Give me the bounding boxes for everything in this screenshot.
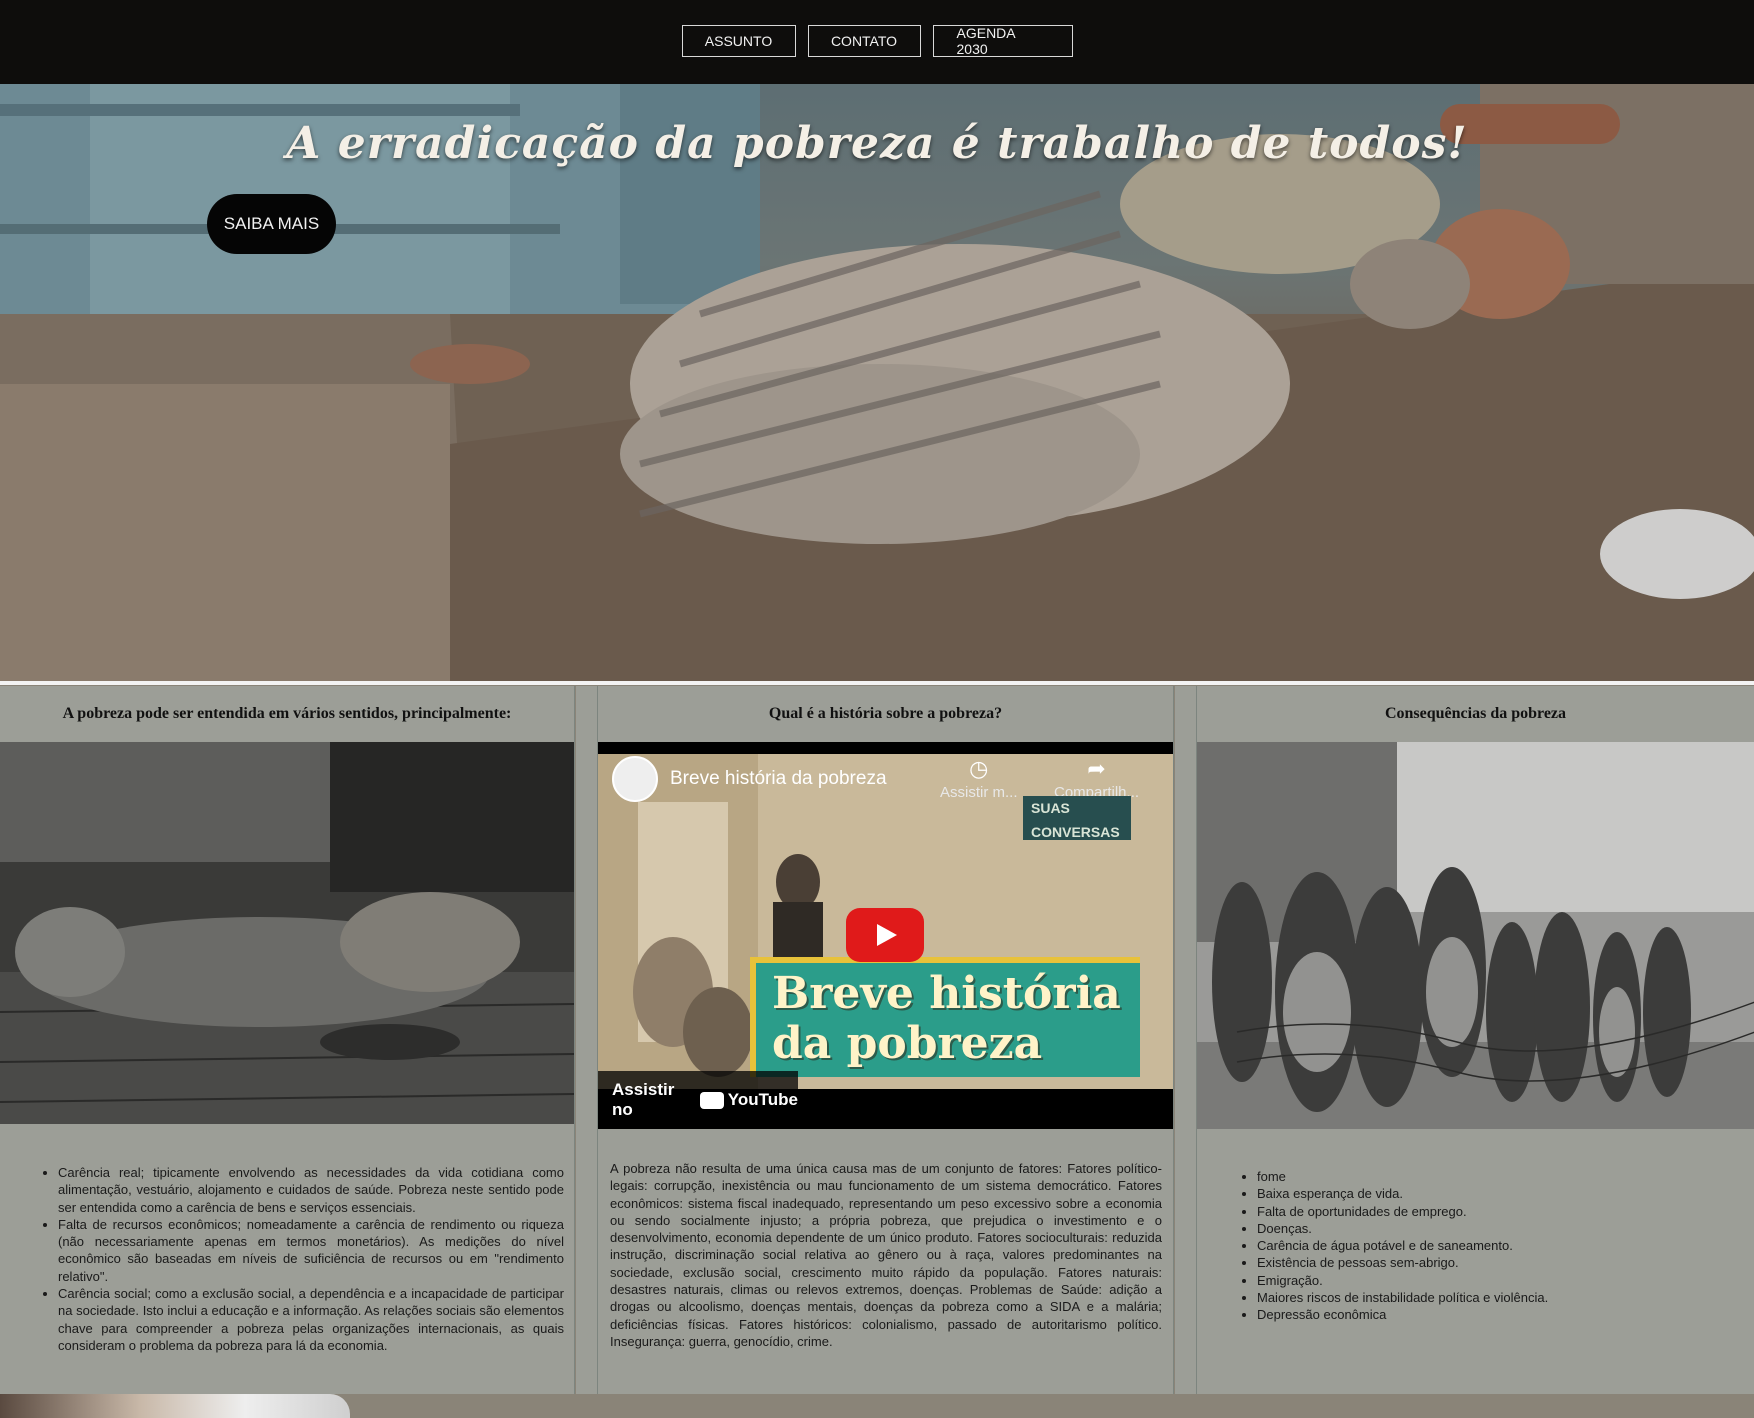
list-item: Doenças.: [1257, 1220, 1719, 1237]
banner-line-1: Breve história: [772, 968, 1121, 1019]
column-title: A pobreza pode ser entendida em vários s…: [62, 705, 512, 722]
list-item: Carência de água potável e de saneamento…: [1257, 1237, 1719, 1254]
senses-list: Carência real; tipicamente envolvendo as…: [40, 1164, 564, 1354]
hero-photo: [0, 84, 1754, 681]
top-nav-bar: ASSUNTO CONTATO AGENDA 2030: [0, 0, 1754, 84]
watch-on-label: Assistir no: [612, 1080, 675, 1119]
list-item: Falta de recursos econômicos; nomeadamen…: [58, 1216, 564, 1285]
list-item: Existência de pessoas sem-abrigo.: [1257, 1254, 1719, 1271]
hero-title: A erradicação da pobreza é trabalho de t…: [286, 118, 1468, 169]
footer-photo: [0, 1394, 350, 1418]
nav-agenda-2030-button[interactable]: AGENDA 2030: [932, 25, 1073, 57]
history-paragraph: A pobreza não resulta de uma única causa…: [610, 1161, 1162, 1349]
youtube-label: YouTube: [727, 1090, 798, 1109]
list-item: Baixa esperança de vida.: [1257, 1185, 1719, 1202]
video-player[interactable]: Breve história da pobreza ◷ Assistir m..…: [598, 742, 1173, 1129]
list-item: Carência social; como a exclusão social,…: [58, 1285, 564, 1354]
column-title: Consequências da pobreza: [1384, 705, 1567, 722]
share-icon: ➦: [1087, 756, 1106, 781]
consequences-list: fome Baixa esperança de vida. Falta de o…: [1239, 1168, 1719, 1324]
channel-watermark: SUAS CONVERSAS: [1023, 796, 1131, 840]
column-title: Qual é a história sobre a pobreza?: [768, 705, 1003, 722]
channel-avatar[interactable]: [612, 756, 658, 802]
watch-later-button[interactable]: ◷ Assistir m...: [940, 756, 1018, 801]
play-button[interactable]: [846, 908, 924, 962]
watch-on-youtube-link[interactable]: Assistir no YouTube: [598, 1071, 798, 1129]
list-item: Falta de oportunidades de emprego.: [1257, 1203, 1719, 1220]
column-gap: [1175, 686, 1196, 1394]
column-consequences: Consequências da pobreza • fome • Baixa …: [1196, 686, 1754, 1394]
youtube-logo: YouTube: [699, 1090, 798, 1110]
list-item: Maiores riscos de instabilidade política…: [1257, 1289, 1719, 1306]
children-photo: [1197, 742, 1754, 1129]
saiba-mais-button[interactable]: SAIBA MAIS: [207, 194, 336, 254]
footer-strip: [0, 1394, 1754, 1418]
column-history-of-poverty: Qual é a história sobre a pobreza? Breve…: [597, 686, 1174, 1394]
channel-tag-1: SUAS: [1031, 800, 1070, 816]
main-nav: ASSUNTO CONTATO AGENDA 2030: [0, 25, 1754, 57]
watch-later-label: Assistir m...: [940, 784, 1018, 801]
list-item: fome: [1257, 1168, 1719, 1185]
youtube-icon: [699, 1091, 724, 1109]
video-thumbnail-banner: Breve história da pobreza: [750, 957, 1140, 1077]
nav-contato-button[interactable]: CONTATO: [807, 25, 921, 57]
banner-line-2: da pobreza: [772, 1018, 1043, 1069]
list-item: Depressão econômica: [1257, 1306, 1719, 1323]
list-item: Carência real; tipicamente envolvendo as…: [58, 1164, 564, 1216]
channel-tag-2: CONVERSAS: [1031, 824, 1120, 840]
poverty-photo: [0, 742, 574, 1124]
list-item: Emigração.: [1257, 1272, 1719, 1289]
column-senses-of-poverty: A pobreza pode ser entendida em vários s…: [0, 686, 575, 1394]
share-button[interactable]: ➦ Compartilh...: [1054, 756, 1139, 801]
column-gap: [576, 686, 597, 1394]
clock-icon: ◷: [969, 756, 989, 781]
nav-assunto-button[interactable]: ASSUNTO: [681, 25, 796, 57]
hero-divider: [0, 681, 1754, 685]
hero-banner: A erradicação da pobreza é trabalho de t…: [0, 84, 1754, 681]
video-title[interactable]: Breve história da pobreza: [670, 768, 887, 790]
